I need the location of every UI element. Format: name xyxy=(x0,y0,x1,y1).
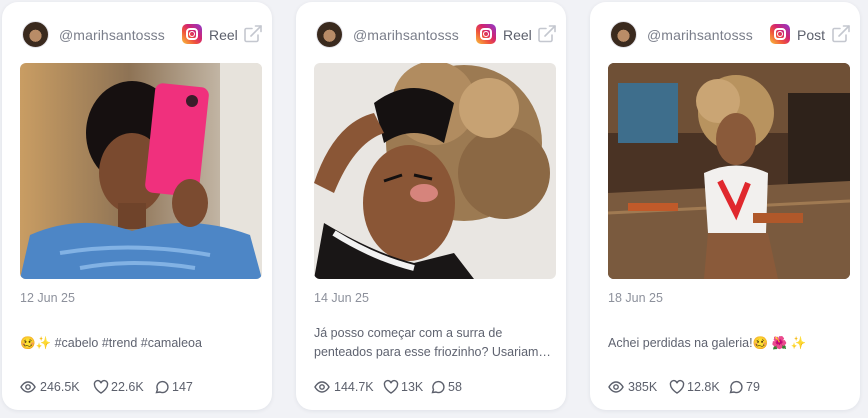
comments-count: 79 xyxy=(746,380,760,394)
heart-icon xyxy=(93,379,109,394)
eye-icon xyxy=(314,381,330,393)
post-date: 18 Jun 25 xyxy=(608,291,663,305)
eye-icon xyxy=(20,381,36,393)
post-date: 14 Jun 25 xyxy=(314,291,369,305)
comments-count: 147 xyxy=(172,380,193,394)
post-type-label: Reel xyxy=(503,27,532,43)
instagram-icon xyxy=(476,24,496,44)
comment-icon xyxy=(155,380,169,394)
card-header: @marihsantosss Reel xyxy=(2,19,272,49)
external-link-icon[interactable] xyxy=(831,24,851,44)
avatar[interactable] xyxy=(610,21,637,48)
views-count: 246.5K xyxy=(40,380,80,394)
views-count: 385K xyxy=(628,380,658,394)
post-card[interactable]: @marihsantosss Post 18 Jun 25 Achei perd… xyxy=(590,2,860,410)
likes-count: 12.8K xyxy=(687,380,720,394)
post-caption: 🥴✨ #cabelo #trend #camaleoa xyxy=(20,336,202,350)
post-card[interactable]: @marihsantosss Reel 14 Jun 25 Já posso c… xyxy=(296,2,566,410)
heart-icon xyxy=(383,379,399,394)
heart-icon xyxy=(669,379,685,394)
post-type-label: Reel xyxy=(209,27,238,43)
instagram-icon xyxy=(770,24,790,44)
external-link-icon[interactable] xyxy=(537,24,557,44)
avatar[interactable] xyxy=(316,21,343,48)
post-caption: Já posso começar com a surra de penteado… xyxy=(314,326,551,359)
instagram-icon xyxy=(182,24,202,44)
account-handle[interactable]: @marihsantosss xyxy=(647,27,753,43)
card-header: @marihsantosss Post xyxy=(590,19,860,49)
post-date: 12 Jun 25 xyxy=(20,291,75,305)
likes-count: 22.6K xyxy=(111,380,144,394)
comments-count: 58 xyxy=(448,380,462,394)
card-header: @marihsantosss Reel xyxy=(296,19,566,49)
likes-count: 13K xyxy=(401,380,424,394)
eye-icon xyxy=(608,381,624,393)
post-caption: Achei perdidas na galeria!🥴 🌺 ✨ xyxy=(608,336,807,350)
comment-icon xyxy=(729,380,743,394)
account-handle[interactable]: @marihsantosss xyxy=(353,27,459,43)
account-handle[interactable]: @marihsantosss xyxy=(59,27,165,43)
external-link-icon[interactable] xyxy=(243,24,263,44)
post-thumbnail[interactable] xyxy=(314,63,556,279)
post-thumbnail[interactable] xyxy=(608,63,850,279)
avatar[interactable] xyxy=(22,21,49,48)
comment-icon xyxy=(431,380,445,394)
post-type-label: Post xyxy=(797,27,826,43)
post-card[interactable]: @marihsantosss Reel 12 Jun 25 🥴✨ #cabelo… xyxy=(2,2,272,410)
views-count: 144.7K xyxy=(334,380,374,394)
post-thumbnail[interactable] xyxy=(20,63,262,279)
